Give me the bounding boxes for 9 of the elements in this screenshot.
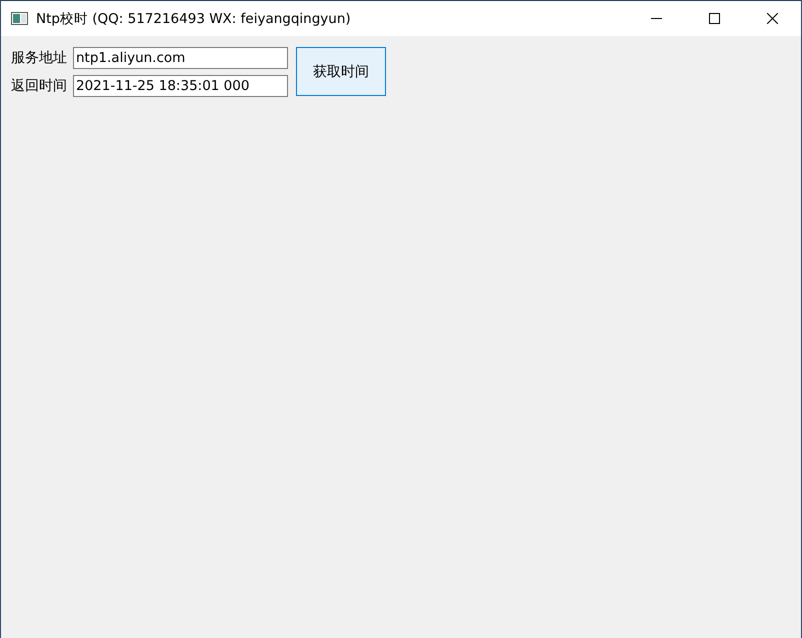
field-label: 返回时间 (11, 77, 67, 95)
input-field[interactable]: ntp1.aliyun.com (73, 47, 288, 69)
window-title: Ntp校时 (QQ: 517216493 WX: feiyangqingyun) (36, 10, 352, 28)
close-icon (766, 13, 778, 24)
app-icon (11, 12, 28, 25)
field-label: 服务地址 (11, 49, 67, 67)
input-field[interactable]: 2021-11-25 18:35:01 000 (73, 75, 288, 97)
maximize-icon (708, 13, 720, 24)
get-time-button[interactable]: 获取时间 (296, 47, 386, 96)
